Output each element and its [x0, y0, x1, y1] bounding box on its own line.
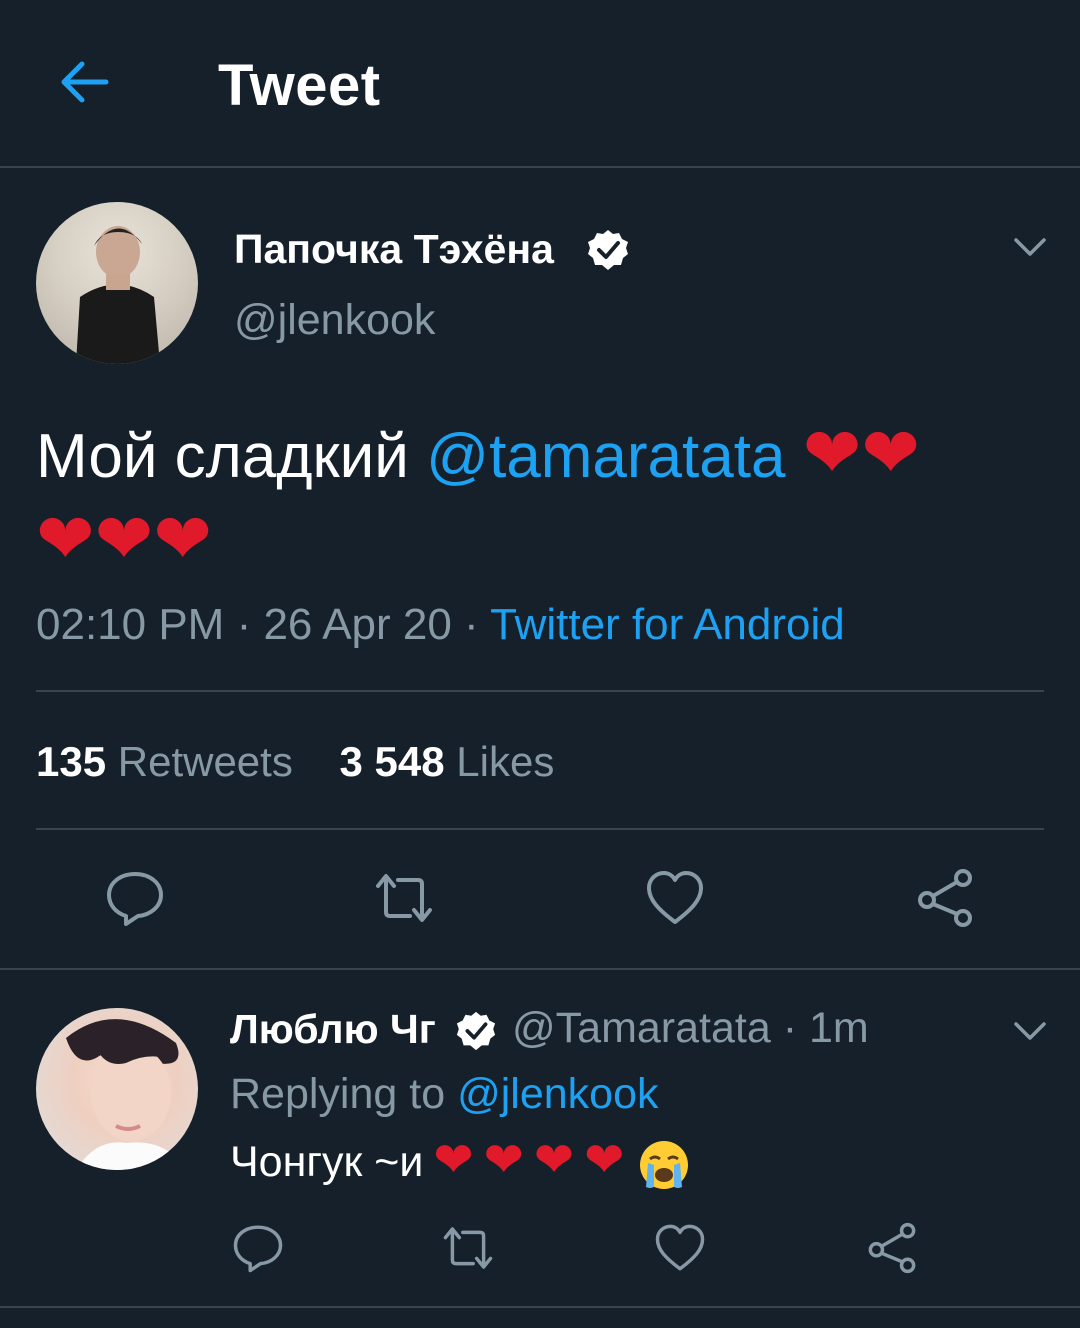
replying-mention-link[interactable]: @jlenkook — [457, 1070, 658, 1118]
likes-count: 3 548 — [339, 738, 445, 785]
retweet-icon[interactable] — [374, 868, 434, 928]
reply-icon[interactable] — [105, 868, 165, 928]
chevron-down-icon[interactable] — [1010, 226, 1050, 266]
top-bar: Tweet — [0, 0, 1080, 168]
reply-icon[interactable] — [232, 1222, 284, 1274]
heart-emoji: ❤ — [36, 498, 95, 580]
heart-emoji: ❤ — [483, 1132, 524, 1188]
divider — [36, 828, 1044, 830]
verified-badge-icon — [456, 1011, 496, 1051]
likes-stat[interactable]: 3 548 Likes — [340, 738, 555, 785]
author-name[interactable]: Папочка Тэхёна — [234, 226, 554, 273]
crying-face-icon — [640, 1140, 689, 1189]
heart-emoji: ❤ — [94, 498, 154, 580]
retweets-count: 135 — [36, 738, 107, 785]
tweet-time: 02:10 PM — [36, 600, 225, 649]
share-icon[interactable] — [915, 868, 975, 928]
reply-handle-and-time: @Tamaratata · 1m — [512, 1004, 869, 1052]
heart-emoji: ❤ — [861, 412, 921, 494]
tweet-text-body: Мой сладкий — [36, 422, 427, 491]
chevron-down-icon[interactable] — [1010, 1010, 1050, 1050]
likes-label: Likes — [456, 738, 555, 785]
replying-label: Replying to — [230, 1070, 446, 1118]
heart-emoji: ❤ — [433, 1132, 474, 1188]
tweet-text: Мой сладкий @tamaratata ❤❤ ❤❤❤ — [36, 412, 1046, 584]
reply-text-body: Чонгук ~и — [230, 1138, 424, 1186]
share-icon[interactable] — [866, 1222, 918, 1274]
retweets-label: Retweets — [117, 738, 293, 785]
retweet-icon[interactable] — [442, 1222, 494, 1274]
reply-author-name[interactable]: Люблю Чг — [230, 1006, 436, 1053]
divider — [36, 690, 1044, 692]
reply-author-handle[interactable]: @Tamaratata — [512, 1004, 771, 1052]
replying-to: Replying to @jlenkook — [230, 1070, 659, 1119]
retweets-stat[interactable]: 135 Retweets — [36, 738, 293, 785]
mention-link[interactable]: @tamaratata — [426, 422, 785, 491]
reply-time: 1m — [808, 1004, 869, 1052]
heart-emoji: ❤ — [584, 1132, 625, 1188]
verified-badge-icon — [588, 230, 628, 270]
avatar-photo-icon — [76, 226, 160, 364]
divider — [0, 1306, 1080, 1308]
reply-text: Чонгук ~и ❤ ❤ ❤ ❤ — [230, 1132, 690, 1191]
back-arrow-icon[interactable] — [56, 54, 112, 110]
tweet-date: 26 Apr 20 — [263, 600, 452, 649]
avatar-photo-icon — [66, 1019, 186, 1170]
reply-author-avatar[interactable] — [36, 1008, 198, 1170]
author-avatar[interactable] — [36, 202, 198, 364]
heart-emoji: ❤ — [802, 412, 862, 494]
heart-emoji: ❤ — [533, 1132, 575, 1188]
tweet-source-link[interactable]: Twitter for Android — [490, 600, 845, 649]
author-handle[interactable]: @jlenkook — [234, 296, 435, 345]
like-icon[interactable] — [654, 1222, 706, 1274]
divider — [0, 968, 1080, 970]
page-title: Tweet — [218, 53, 381, 118]
tweet-stats: 135 Retweets 3 548 Likes — [36, 738, 554, 786]
tweet-metadata: 02:10 PM · 26 Apr 20 · Twitter for Andro… — [36, 600, 845, 649]
like-icon[interactable] — [645, 868, 705, 928]
heart-emoji: ❤ — [153, 498, 212, 580]
